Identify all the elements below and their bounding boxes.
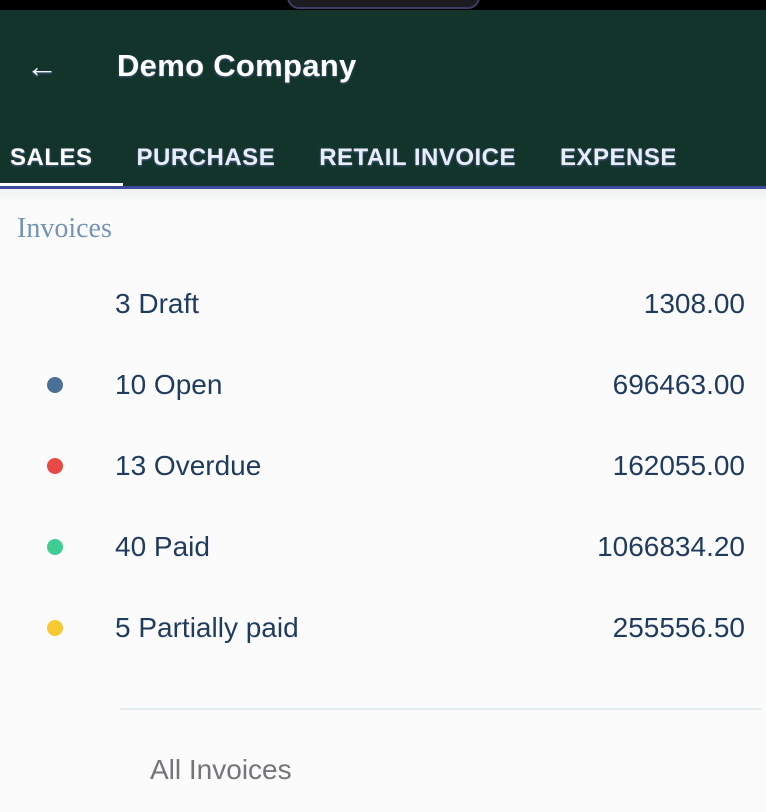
dot-cell xyxy=(0,539,115,555)
tab-sales[interactable]: SALES xyxy=(10,144,93,172)
app-screen: ← Demo Company SALES PURCHASE RETAIL INV… xyxy=(0,0,766,812)
invoice-row-draft[interactable]: 3 Draft 1308.00 xyxy=(0,263,766,344)
row-amount: 1308.00 xyxy=(199,288,766,320)
invoice-row-overdue[interactable]: 13 Overdue 162055.00 xyxy=(0,425,766,506)
invoice-summary-list: 3 Draft 1308.00 10 Open 696463.00 13 Ove… xyxy=(0,263,766,668)
row-amount: 696463.00 xyxy=(222,369,766,401)
row-label: 3 Draft xyxy=(115,288,199,320)
divider xyxy=(120,708,762,710)
page-title: Demo Company xyxy=(117,48,357,84)
invoices-section-label: Invoices xyxy=(0,189,766,245)
open-status-dot xyxy=(47,377,63,393)
partially-paid-status-dot xyxy=(47,620,63,636)
row-amount: 255556.50 xyxy=(299,612,766,644)
back-arrow-icon: ← xyxy=(26,50,58,82)
draft-status-dot xyxy=(47,296,63,312)
dot-cell xyxy=(0,620,115,636)
tab-purchase[interactable]: PURCHASE xyxy=(137,144,276,172)
sales-content: Invoices 3 Draft 1308.00 10 Open 696463.… xyxy=(0,189,766,812)
tab-bar: SALES PURCHASE RETAIL INVOICE EXPENSE xyxy=(0,129,766,189)
row-label: 5 Partially paid xyxy=(115,612,299,644)
row-label: 40 Paid xyxy=(115,531,210,563)
back-button[interactable]: ← xyxy=(24,48,60,84)
status-strip xyxy=(0,0,766,10)
dot-cell xyxy=(0,296,115,312)
overdue-status-dot xyxy=(47,458,63,474)
row-amount: 1066834.20 xyxy=(210,531,766,563)
dot-cell xyxy=(0,377,115,393)
all-invoices-link[interactable]: All Invoices xyxy=(150,754,292,786)
row-label: 10 Open xyxy=(115,369,222,401)
tab-retail-invoice[interactable]: RETAIL INVOICE xyxy=(319,144,516,172)
invoice-row-paid[interactable]: 40 Paid 1066834.20 xyxy=(0,506,766,587)
dot-cell xyxy=(0,458,115,474)
header-top: ← Demo Company xyxy=(0,10,766,92)
row-amount: 162055.00 xyxy=(261,450,766,482)
phone-notch xyxy=(287,0,480,9)
row-label: 13 Overdue xyxy=(115,450,261,482)
tab-expense[interactable]: EXPENSE xyxy=(560,144,677,172)
app-header: ← Demo Company SALES PURCHASE RETAIL INV… xyxy=(0,10,766,189)
invoice-row-open[interactable]: 10 Open 696463.00 xyxy=(0,344,766,425)
invoice-row-partially-paid[interactable]: 5 Partially paid 255556.50 xyxy=(0,587,766,668)
paid-status-dot xyxy=(47,539,63,555)
